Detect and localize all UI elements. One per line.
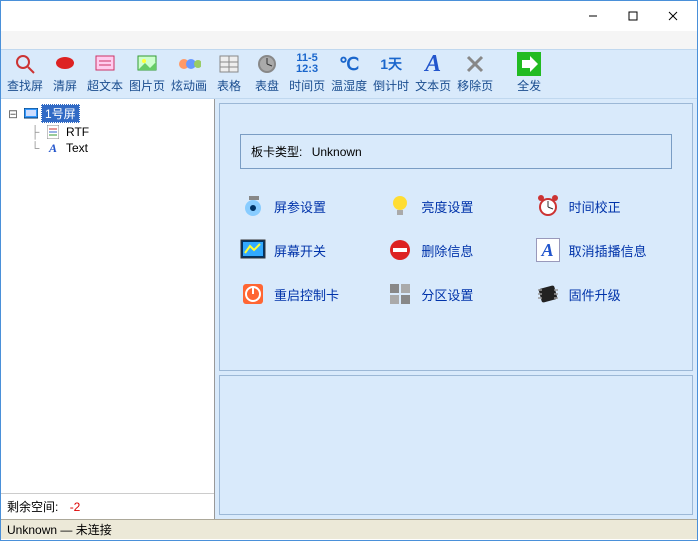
op-time-correct[interactable]: 时间校正	[535, 193, 672, 219]
dial-button[interactable]: 表盘	[249, 49, 285, 96]
op-delete-info[interactable]: 删除信息	[387, 237, 524, 263]
tree-item-text[interactable]: └ A Text	[5, 140, 210, 156]
menubar	[1, 31, 697, 49]
gear-disc-icon	[240, 193, 266, 219]
no-entry-icon	[387, 237, 413, 263]
maximize-button[interactable]	[613, 2, 653, 30]
titlebar	[1, 1, 697, 31]
status-device-conn: Unknown — 未连接	[7, 521, 112, 538]
op-zone-setting[interactable]: 分区设置	[387, 281, 524, 307]
tree-root-screen1[interactable]: ⊟ 1号屏	[5, 103, 210, 124]
card-type-label: 板卡类型:	[251, 145, 302, 159]
animation-button[interactable]: 炫动画	[169, 49, 209, 96]
card-type-box: 板卡类型: Unknown	[240, 134, 672, 169]
tree-item-rtf[interactable]: ├ RTF	[5, 124, 210, 140]
toolbar: 查找屏 清屏 超文本 图片页 炫动画 表格 表盘 11-5 12:3时间页 ℃温…	[1, 49, 697, 99]
tree-node-label: RTF	[63, 125, 92, 139]
operations-panel: 板卡类型: Unknown 屏参设置 亮度设置 时间校正 屏幕开关 删除信息 A…	[219, 103, 693, 371]
remaining-value: -2	[70, 500, 81, 514]
op-restart-card[interactable]: 重启控制卡	[240, 281, 377, 307]
power-icon	[240, 281, 266, 307]
letter-a-icon: A	[535, 237, 561, 263]
send-all-button[interactable]: 全发	[511, 49, 547, 96]
temp-humid-button[interactable]: ℃温湿度	[329, 49, 369, 96]
countdown-button[interactable]: 1天倒计时	[371, 49, 411, 96]
op-cancel-interrupt[interactable]: A取消插播信息	[535, 237, 672, 263]
screen-tree[interactable]: ⊟ 1号屏 ├ RTF └ A Text	[1, 99, 214, 493]
hypertext-button[interactable]: 超文本	[85, 49, 125, 96]
tree-node-label: Text	[63, 141, 91, 155]
statusbar: Unknown — 未连接	[1, 519, 697, 539]
minimize-button[interactable]	[573, 2, 613, 30]
chip-icon	[535, 281, 561, 307]
monitor-icon	[240, 237, 266, 263]
tree-line-icon: └	[27, 141, 43, 155]
tree-node-label: 1号屏	[41, 104, 80, 123]
time-page-button[interactable]: 11-5 12:3时间页	[287, 49, 327, 96]
screen-icon	[24, 107, 38, 121]
alarm-clock-icon	[535, 193, 561, 219]
op-screen-params[interactable]: 屏参设置	[240, 193, 377, 219]
find-screen-button[interactable]: 查找屏	[5, 49, 45, 96]
op-screen-switch[interactable]: 屏幕开关	[240, 237, 377, 263]
op-brightness[interactable]: 亮度设置	[387, 193, 524, 219]
text-page-button[interactable]: A文本页	[413, 49, 453, 96]
table-button[interactable]: 表格	[211, 49, 247, 96]
clear-screen-button[interactable]: 清屏	[47, 49, 83, 96]
remaining-space: 剩余空间: -2	[1, 493, 214, 519]
main-area: ⊟ 1号屏 ├ RTF └ A Text 剩余空间: -2 板卡类型: U	[1, 99, 697, 519]
grid-icon	[387, 281, 413, 307]
rtf-icon	[46, 125, 60, 139]
lower-panel	[219, 375, 693, 515]
op-firmware-upgrade[interactable]: 固件升级	[535, 281, 672, 307]
operations-grid: 屏参设置 亮度设置 时间校正 屏幕开关 删除信息 A取消插播信息 重启控制卡 分…	[220, 187, 692, 327]
image-page-button[interactable]: 图片页	[127, 49, 167, 96]
sidebar: ⊟ 1号屏 ├ RTF └ A Text 剩余空间: -2	[1, 99, 215, 519]
card-type-value: Unknown	[312, 145, 362, 159]
tree-line-icon: ├	[27, 125, 43, 139]
close-button[interactable]	[653, 2, 693, 30]
remaining-label: 剩余空间:	[7, 500, 58, 514]
collapse-icon[interactable]: ⊟	[5, 107, 21, 121]
content-area: 板卡类型: Unknown 屏参设置 亮度设置 时间校正 屏幕开关 删除信息 A…	[215, 99, 697, 519]
remove-page-button[interactable]: 移除页	[455, 49, 495, 96]
bulb-icon	[387, 193, 413, 219]
text-icon: A	[46, 141, 60, 155]
